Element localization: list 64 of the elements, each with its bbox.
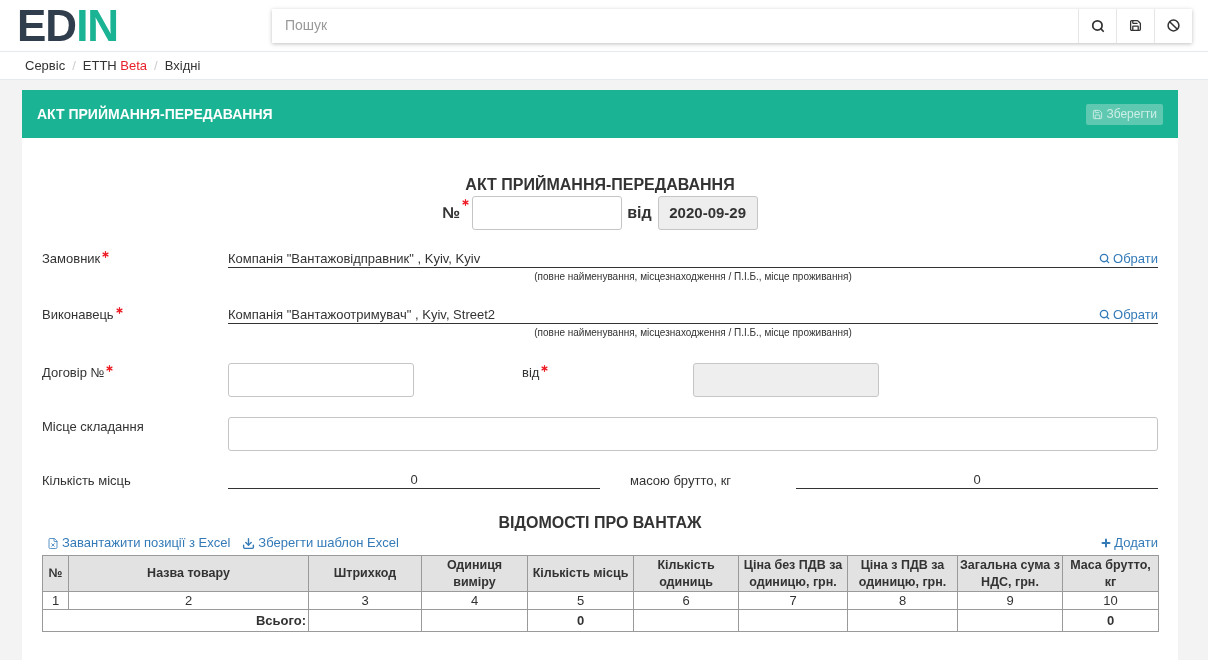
table-header-cell: Штрихкод bbox=[308, 555, 422, 592]
field-label: Кількість місць bbox=[42, 472, 132, 489]
add-link[interactable]: Додати bbox=[1100, 535, 1158, 551]
choose-link[interactable]: Обрати bbox=[1099, 306, 1158, 324]
file-icon bbox=[47, 536, 59, 550]
table-cell: 6 bbox=[633, 591, 739, 610]
table-header-cell: Одиниця виміру bbox=[421, 555, 528, 592]
plus-icon bbox=[1100, 537, 1113, 549]
table-cell: Всього: bbox=[42, 609, 309, 632]
breadcrumb-link[interactable]: Сервіс bbox=[25, 55, 66, 76]
contract-number-input[interactable] bbox=[228, 363, 414, 397]
number-label: № bbox=[442, 203, 461, 223]
search-icon bbox=[1099, 253, 1111, 264]
table-header-cell: Кількість одиниць bbox=[633, 555, 739, 592]
party-field[interactable]: Компанія "Вантажовідправник" , Kyiv, Kyiv bbox=[228, 250, 1100, 268]
party-field[interactable]: Компанія "Вантажоотримувач" , Kyiv, Street2 bbox=[228, 306, 1100, 324]
table-cell: 1 bbox=[42, 591, 69, 610]
places-count-field[interactable]: 0 bbox=[228, 471, 600, 489]
field-label: Місце складання bbox=[42, 418, 144, 435]
logo[interactable]: EDIN bbox=[17, 3, 121, 48]
table-cell: 0 bbox=[1062, 609, 1159, 632]
download-icon bbox=[242, 536, 256, 550]
table-cell: 7 bbox=[738, 591, 848, 610]
gross-weight-field[interactable]: 0 bbox=[796, 471, 1158, 489]
number-input[interactable] bbox=[472, 196, 623, 230]
table-cell: 0 bbox=[527, 609, 634, 632]
table-header-cell: Назва товару bbox=[68, 555, 309, 592]
table-cell: 10 bbox=[1062, 591, 1159, 610]
excel-link[interactable]: Зберегти шаблон Excel bbox=[242, 535, 399, 551]
place-input[interactable] bbox=[228, 417, 1158, 451]
field-hint: (повне найменування, місцезнаходження / П.І.Б., місце проживання) bbox=[534, 326, 852, 340]
field-label: Виконавець bbox=[42, 306, 114, 323]
save-icon bbox=[1092, 108, 1104, 120]
ban-icon bbox=[1167, 19, 1180, 32]
field-label: від bbox=[522, 364, 540, 381]
field-label: Договір № bbox=[42, 364, 105, 381]
table-cell: 5 bbox=[527, 591, 634, 610]
table-header-cell: Ціна з ПДВ за одиницю, грн. bbox=[847, 555, 958, 592]
choose-link[interactable]: Обрати bbox=[1099, 250, 1158, 268]
table-cell: 4 bbox=[421, 591, 528, 610]
breadcrumb-link[interactable]: Вхідні bbox=[164, 55, 201, 76]
table-header-cell: № bbox=[42, 555, 69, 592]
table-cell: 2 bbox=[68, 591, 309, 610]
table-header-cell: Кількість місць bbox=[527, 555, 634, 592]
field-label: Замовник bbox=[42, 250, 101, 267]
field-label: масою брутто, кг bbox=[630, 472, 733, 489]
table-header-cell: Загальна сума з НДС, грн. bbox=[957, 555, 1063, 592]
save-icon bbox=[1129, 19, 1142, 32]
cargo-title: ВІДОМОСТІ ПРО ВАНТАЖ bbox=[497, 513, 703, 533]
table-header-cell: Ціна без ПДВ за одиницю, грн. bbox=[738, 555, 848, 592]
breadcrumb-link[interactable]: ЕТТН Beta bbox=[82, 55, 148, 76]
date-label: від bbox=[627, 203, 652, 223]
field-hint: (повне найменування, місцезнаходження / П.І.Б., місце проживання) bbox=[534, 270, 852, 284]
panel-title: АКТ ПРИЙМАННЯ-ПЕРЕДАВАННЯ bbox=[37, 104, 273, 124]
table-cell: 3 bbox=[308, 591, 422, 610]
search-icon bbox=[1099, 309, 1111, 320]
table-cell: 9 bbox=[957, 591, 1063, 610]
table-header-cell: Маса брутто, кг bbox=[1062, 555, 1159, 592]
excel-link[interactable]: Завантажити позиції з Excel bbox=[47, 535, 231, 551]
search-icon bbox=[1090, 18, 1105, 33]
breadcrumb-separator: / bbox=[153, 56, 159, 75]
breadcrumb-separator: / bbox=[71, 56, 77, 75]
table-cell: 8 bbox=[847, 591, 958, 610]
document-title: АКТ ПРИЙМАННЯ-ПЕРЕДАВАННЯ bbox=[464, 175, 736, 195]
